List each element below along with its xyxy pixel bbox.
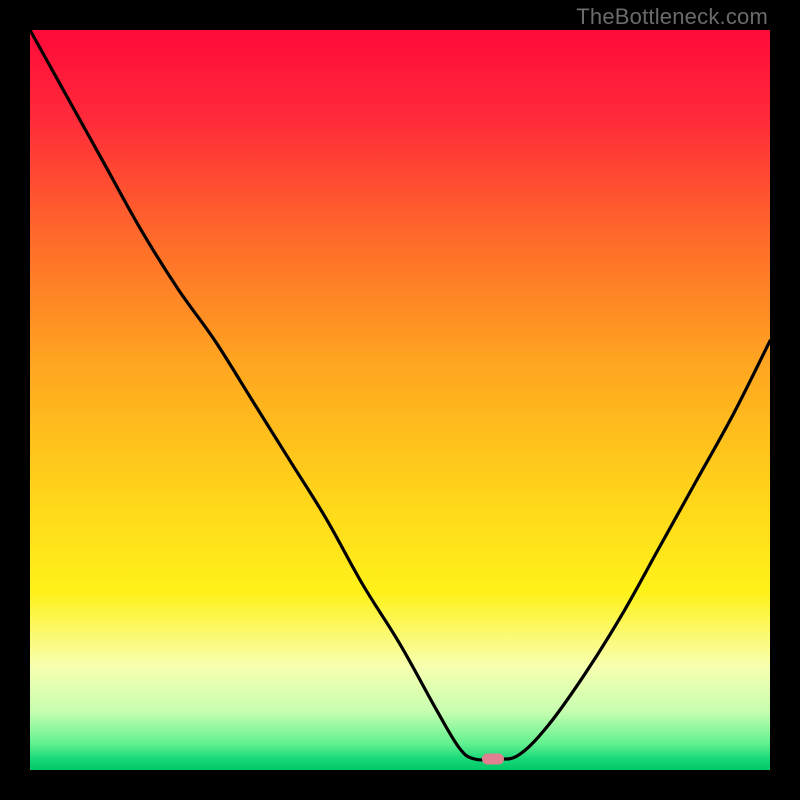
- bottleneck-curve: [30, 30, 770, 770]
- plot-area: [30, 30, 770, 770]
- chart-frame: TheBottleneck.com: [0, 0, 800, 800]
- optimum-marker: [482, 753, 504, 764]
- attribution-text: TheBottleneck.com: [576, 4, 768, 30]
